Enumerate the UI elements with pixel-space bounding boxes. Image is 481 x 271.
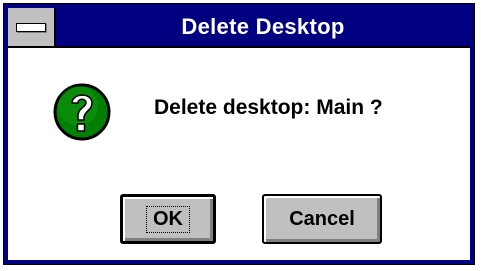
ok-button-label: OK	[146, 205, 190, 233]
dialog-title: Delete Desktop	[181, 14, 345, 39]
cancel-button[interactable]: Cancel	[262, 194, 382, 244]
title-bar[interactable]: Delete Desktop	[8, 8, 470, 48]
system-menu-button[interactable]	[8, 8, 56, 46]
ok-button[interactable]: OK	[120, 194, 216, 244]
question-icon	[53, 83, 111, 141]
delete-desktop-dialog: Delete Desktop Delete desktop: Main ? OK…	[3, 3, 475, 265]
cancel-button-label: Cancel	[289, 207, 355, 230]
confirmation-message: Delete desktop: Main ?	[154, 96, 383, 119]
system-menu-icon	[16, 23, 46, 32]
